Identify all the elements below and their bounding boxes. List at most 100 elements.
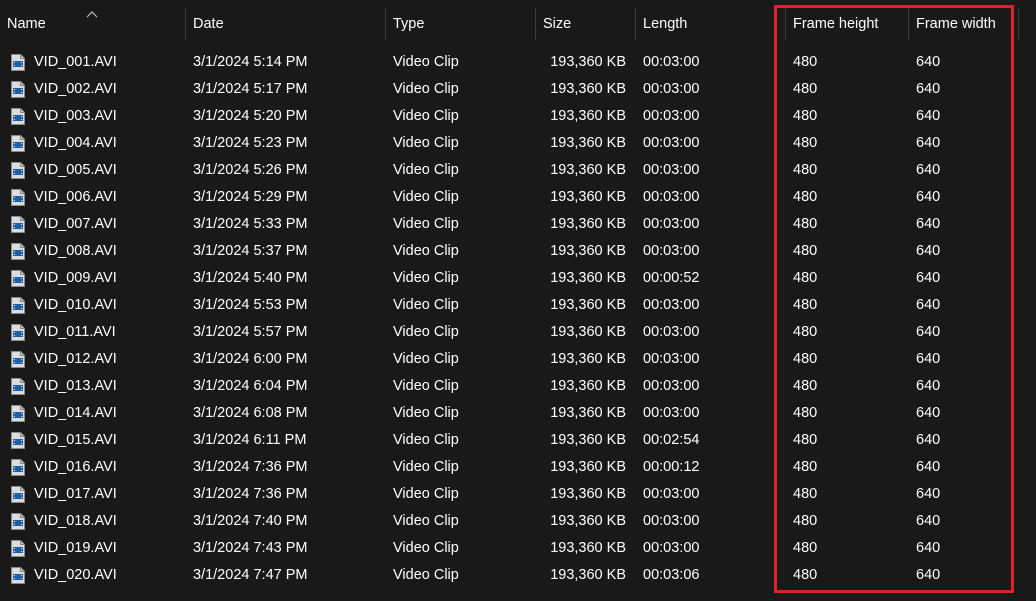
file-name[interactable]: VID_008.AVI [34,238,117,265]
file-row[interactable]: VID_015.AVI 3/1/2024 6:11 PM Video Clip … [0,427,1036,454]
video-file-icon [11,432,25,449]
file-name[interactable]: VID_009.AVI [34,265,117,292]
file-size: 193,360 KB [550,81,626,97]
file-frame-height: 480 [793,297,818,313]
file-frame-height: 480 [793,189,818,205]
file-name[interactable]: VID_010.AVI [34,292,117,319]
column-header-date[interactable]: Date [186,8,386,40]
file-name[interactable]: VID_012.AVI [34,346,117,373]
file-name[interactable]: VID_019.AVI [34,535,117,562]
file-name[interactable]: VID_015.AVI [34,427,117,454]
file-name[interactable]: VID_003.AVI [34,103,117,130]
file-frame-height: 480 [793,405,818,421]
file-frame-height: 480 [793,513,818,529]
file-size: 193,360 KB [550,567,626,583]
file-frame-width: 640 [916,108,941,124]
file-date: 3/1/2024 7:36 PM [193,486,308,502]
file-row[interactable]: VID_013.AVI 3/1/2024 6:04 PM Video Clip … [0,373,1036,400]
file-row[interactable]: VID_003.AVI 3/1/2024 5:20 PM Video Clip … [0,103,1036,130]
file-frame-width: 640 [916,432,941,448]
file-name[interactable]: VID_007.AVI [34,211,117,238]
video-file-icon [11,54,25,71]
file-type: Video Clip [393,405,459,421]
file-row[interactable]: VID_006.AVI 3/1/2024 5:29 PM Video Clip … [0,184,1036,211]
column-header-frame-width[interactable]: Frame width [909,8,1019,40]
file-name[interactable]: VID_006.AVI [34,184,117,211]
file-length: 00:03:00 [643,297,700,313]
file-name[interactable]: VID_011.AVI [34,319,116,346]
file-date: 3/1/2024 5:23 PM [193,135,308,151]
file-frame-width: 640 [916,162,941,178]
file-row[interactable]: VID_017.AVI 3/1/2024 7:36 PM Video Clip … [0,481,1036,508]
file-row[interactable]: VID_016.AVI 3/1/2024 7:36 PM Video Clip … [0,454,1036,481]
file-name[interactable]: VID_001.AVI [34,49,117,76]
video-file-icon [11,513,25,530]
file-row[interactable]: VID_019.AVI 3/1/2024 7:43 PM Video Clip … [0,535,1036,562]
column-header-type[interactable]: Type [386,8,536,40]
file-name[interactable]: VID_013.AVI [34,373,117,400]
video-file-icon [11,459,25,476]
column-header-length[interactable]: Length [636,8,786,40]
file-size: 193,360 KB [550,405,626,421]
file-name[interactable]: VID_018.AVI [34,508,117,535]
file-frame-width: 640 [916,540,941,556]
file-frame-width: 640 [916,567,941,583]
column-header-type-label: Type [393,16,425,32]
file-length: 00:03:06 [643,567,700,583]
file-name[interactable]: VID_014.AVI [34,400,117,427]
column-header-date-label: Date [193,16,224,32]
column-header-size[interactable]: Size [536,8,636,40]
file-frame-width: 640 [916,486,941,502]
file-frame-width: 640 [916,135,941,151]
file-length: 00:03:00 [643,162,700,178]
file-type: Video Clip [393,243,459,259]
file-row[interactable]: VID_012.AVI 3/1/2024 6:00 PM Video Clip … [0,346,1036,373]
file-row[interactable]: VID_007.AVI 3/1/2024 5:33 PM Video Clip … [0,211,1036,238]
column-header-name-label: Name [7,16,46,32]
file-length: 00:03:00 [643,324,700,340]
file-frame-height: 480 [793,486,818,502]
file-length: 00:03:00 [643,216,700,232]
file-row[interactable]: VID_009.AVI 3/1/2024 5:40 PM Video Clip … [0,265,1036,292]
file-size: 193,360 KB [550,162,626,178]
file-frame-height: 480 [793,540,818,556]
file-row[interactable]: VID_011.AVI 3/1/2024 5:57 PM Video Clip … [0,319,1036,346]
file-row[interactable]: VID_005.AVI 3/1/2024 5:26 PM Video Clip … [0,157,1036,184]
file-row[interactable]: VID_004.AVI 3/1/2024 5:23 PM Video Clip … [0,130,1036,157]
file-name[interactable]: VID_002.AVI [34,76,117,103]
file-type: Video Clip [393,324,459,340]
file-frame-height: 480 [793,378,818,394]
column-header-name[interactable]: Name [0,8,186,40]
file-name[interactable]: VID_005.AVI [34,157,117,184]
file-name[interactable]: VID_016.AVI [34,454,117,481]
file-name[interactable]: VID_004.AVI [34,130,117,157]
file-date: 3/1/2024 5:17 PM [193,81,308,97]
column-header-length-label: Length [643,16,688,32]
file-date: 3/1/2024 5:37 PM [193,243,308,259]
file-length: 00:03:00 [643,81,700,97]
file-type: Video Clip [393,432,459,448]
file-date: 3/1/2024 5:40 PM [193,270,308,286]
file-name[interactable]: VID_020.AVI [34,562,117,589]
file-row[interactable]: VID_020.AVI 3/1/2024 7:47 PM Video Clip … [0,562,1036,589]
chevron-up-icon[interactable] [86,10,98,18]
file-row[interactable]: VID_014.AVI 3/1/2024 6:08 PM Video Clip … [0,400,1036,427]
file-frame-height: 480 [793,351,818,367]
file-row[interactable]: VID_002.AVI 3/1/2024 5:17 PM Video Clip … [0,76,1036,103]
file-size: 193,360 KB [550,540,626,556]
file-frame-width: 640 [916,513,941,529]
file-size: 193,360 KB [550,297,626,313]
file-row[interactable]: VID_010.AVI 3/1/2024 5:53 PM Video Clip … [0,292,1036,319]
column-header-frame-height[interactable]: Frame height [786,8,909,40]
file-name[interactable]: VID_017.AVI [34,481,117,508]
file-row[interactable]: VID_001.AVI 3/1/2024 5:14 PM Video Clip … [0,49,1036,76]
file-row[interactable]: VID_018.AVI 3/1/2024 7:40 PM Video Clip … [0,508,1036,535]
file-size: 193,360 KB [550,135,626,151]
file-frame-width: 640 [916,270,941,286]
video-file-icon [11,135,25,152]
file-size: 193,360 KB [550,189,626,205]
file-frame-height: 480 [793,324,818,340]
file-type: Video Clip [393,216,459,232]
file-row[interactable]: VID_008.AVI 3/1/2024 5:37 PM Video Clip … [0,238,1036,265]
column-divider[interactable] [1018,8,1019,40]
